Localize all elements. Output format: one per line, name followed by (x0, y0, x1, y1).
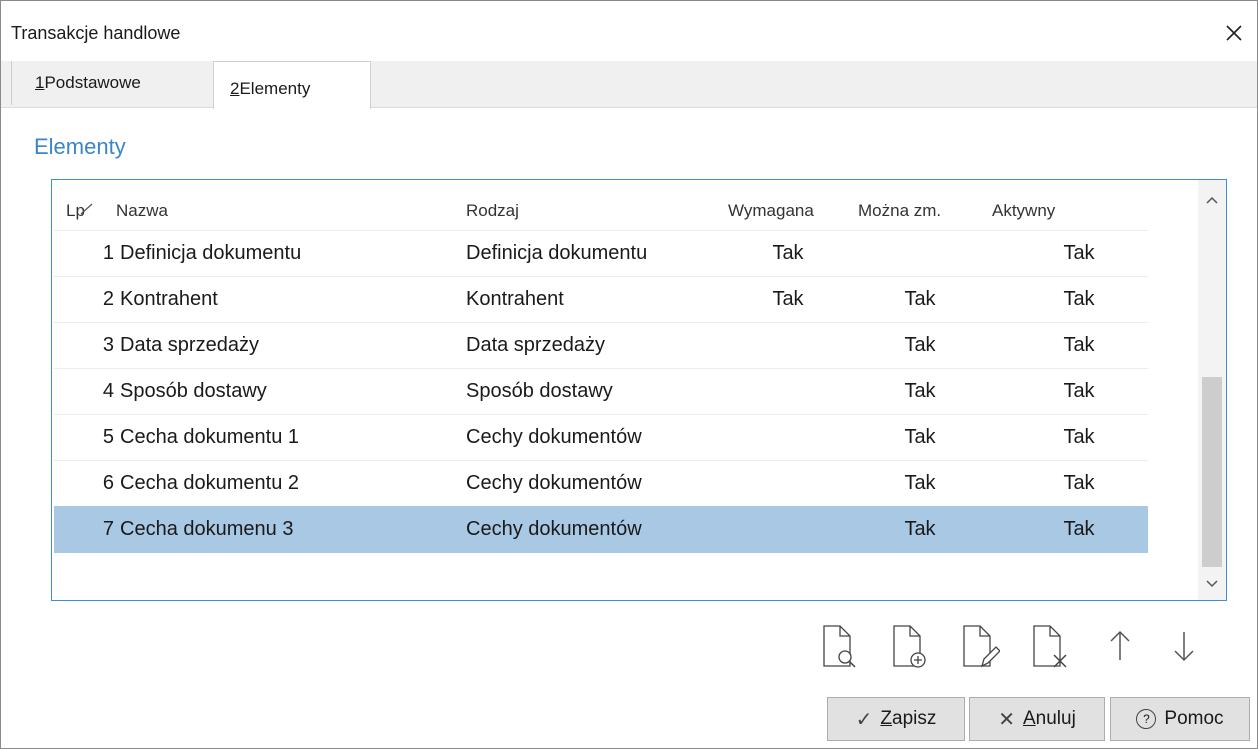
grid-header: Lp Nazwa Rodzaj Wymagana Można zm. Aktyw… (54, 182, 1148, 231)
tab-label: Elementy (239, 78, 311, 98)
vertical-scrollbar[interactable] (1198, 180, 1226, 600)
chevron-up-icon (1206, 196, 1218, 204)
col-header-changeable[interactable]: Można zm. (858, 201, 941, 221)
window-title: Transakcje handlowe (11, 23, 181, 43)
dialog-window: Transakcje handlowe 1 Podstawowe 2 Eleme… (0, 0, 1258, 749)
sort-icon (80, 203, 93, 215)
cell-lp: 3 (102, 334, 114, 356)
cell-changeable: Tak (904, 288, 936, 310)
table-row[interactable]: 5 Cecha dokumentu 1 Cechy dokumentów Tak… (54, 414, 1148, 461)
scroll-up-button[interactable] (1202, 190, 1222, 210)
col-header-kind[interactable]: Rodzaj (466, 201, 519, 221)
add-document-button[interactable] (887, 621, 933, 671)
cell-required: Tak (772, 242, 804, 264)
tab-hotkey: 1 (35, 73, 45, 92)
table-row-selected[interactable]: 7 Cecha dokumenu 3 Cechy dokumentów Tak … (54, 506, 1148, 553)
cell-kind: Cechy dokumentów (466, 518, 642, 540)
move-up-button[interactable] (1097, 621, 1143, 671)
arrow-up-icon (1110, 630, 1130, 660)
table-row[interactable]: 4 Sposób dostawy Sposób dostawy Tak Tak (54, 368, 1148, 415)
cell-name: Cecha dokumentu 2 (120, 472, 300, 494)
cell-kind: Cechy dokumentów (466, 426, 642, 448)
cell-lp: 7 (102, 518, 114, 540)
cell-name: Data sprzedaży (120, 334, 259, 356)
cell-name: Definicja dokumentu (120, 242, 302, 264)
tab-hotkey: 2 (230, 78, 240, 98)
view-document-icon (823, 625, 856, 668)
save-label: Zapisz (880, 708, 937, 729)
cell-active: Tak (1063, 242, 1095, 264)
col-header-name[interactable]: Nazwa (116, 201, 168, 221)
cell-active: Tak (1063, 380, 1095, 402)
scroll-thumb[interactable] (1202, 377, 1222, 567)
view-document-button[interactable] (817, 621, 863, 671)
cell-changeable: Tak (904, 472, 936, 494)
cell-kind: Kontrahent (466, 288, 564, 310)
edit-document-icon (963, 625, 1000, 668)
cell-name: Sposób dostawy (120, 380, 267, 402)
cell-active: Tak (1063, 472, 1095, 494)
add-document-icon (893, 625, 926, 668)
save-button[interactable]: ✓ Zapisz (827, 697, 965, 741)
cell-kind: Definicja dokumentu (466, 242, 648, 264)
cancel-label: Anuluj (1022, 708, 1076, 729)
cell-kind: Sposób dostawy (466, 380, 613, 402)
close-icon (1226, 25, 1242, 41)
elements-grid[interactable]: Lp Nazwa Rodzaj Wymagana Można zm. Aktyw… (51, 179, 1227, 601)
delete-document-button[interactable] (1027, 621, 1073, 671)
cell-name: Cecha dokumentu 1 (120, 426, 300, 448)
cell-lp: 1 (102, 242, 114, 264)
title-bar: Transakcje handlowe (1, 1, 1257, 51)
chevron-down-icon (1206, 580, 1218, 588)
cell-active: Tak (1063, 334, 1095, 356)
table-row[interactable]: 2 Kontrahent Kontrahent Tak Tak Tak (54, 276, 1148, 323)
delete-document-icon (1033, 625, 1067, 668)
close-button[interactable] (1211, 15, 1257, 51)
edit-document-button[interactable] (957, 621, 1003, 671)
help-icon: ? (1136, 709, 1157, 729)
cancel-button[interactable]: ✕ Anuluj (969, 697, 1105, 741)
close-icon: ✕ (998, 708, 1015, 731)
move-down-button[interactable] (1161, 621, 1207, 671)
cell-name: Kontrahent (120, 288, 218, 310)
tab-elementy[interactable]: 2 Elementy (213, 61, 371, 109)
section-title: Elementy (34, 134, 126, 159)
table-row[interactable]: 6 Cecha dokumentu 2 Cechy dokumentów Tak… (54, 460, 1148, 507)
cell-kind: Data sprzedaży (466, 334, 605, 356)
table-row[interactable]: 3 Data sprzedaży Data sprzedaży Tak Tak (54, 322, 1148, 369)
cell-lp: 6 (102, 472, 114, 494)
cell-active: Tak (1063, 518, 1095, 540)
cell-lp: 4 (102, 380, 114, 402)
help-button[interactable]: ? Pomoc (1110, 697, 1250, 741)
cell-kind: Cechy dokumentów (466, 472, 642, 494)
check-icon: ✓ (855, 708, 873, 731)
scroll-down-button[interactable] (1202, 574, 1222, 594)
tab-podstawowe[interactable]: 1 Podstawowe (11, 61, 211, 105)
tab-label: Podstawowe (44, 73, 141, 92)
help-label: Pomoc (1164, 708, 1224, 729)
cell-changeable: Tak (904, 334, 936, 356)
table-row[interactable]: 1 Definicja dokumentu Definicja dokument… (54, 230, 1148, 277)
cell-required: Tak (772, 288, 804, 310)
col-header-active[interactable]: Aktywny (992, 201, 1055, 221)
cell-active: Tak (1063, 426, 1095, 448)
cell-changeable: Tak (904, 380, 936, 402)
arrow-down-icon (1174, 632, 1194, 662)
cell-changeable: Tak (904, 518, 936, 540)
cell-changeable: Tak (904, 426, 936, 448)
col-header-required[interactable]: Wymagana (728, 201, 814, 221)
cell-lp: 5 (102, 426, 114, 448)
cell-name: Cecha dokumenu 3 (120, 518, 294, 540)
cell-active: Tak (1063, 288, 1095, 310)
tab-strip: 1 Podstawowe 2 Elementy (1, 61, 1257, 109)
cell-lp: 2 (102, 288, 114, 310)
